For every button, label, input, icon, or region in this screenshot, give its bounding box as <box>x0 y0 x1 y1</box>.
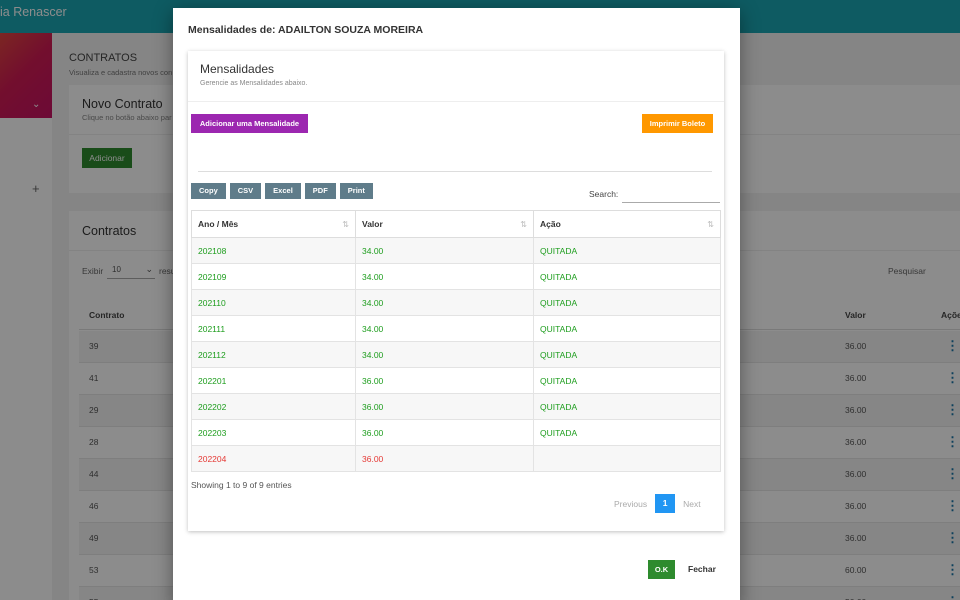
ano-mes-cell: 202111 <box>191 315 356 342</box>
sort-icon: ⇅ <box>707 220 714 229</box>
page-1-button[interactable]: 1 <box>655 494 676 513</box>
mensalidades-modal: Mensalidades de: ADAILTON SOUZA MOREIRA … <box>173 8 740 600</box>
valor-cell: 34.00 <box>355 315 534 342</box>
panel-title: Mensalidades <box>200 62 275 76</box>
divider <box>198 171 712 172</box>
ano-mes-cell: 202109 <box>191 263 356 290</box>
divider <box>188 101 724 102</box>
column-valor[interactable]: Valor ⇅ <box>355 210 534 238</box>
ano-mes-cell: 202110 <box>191 289 356 316</box>
acao-cell: QUITADA <box>533 263 721 290</box>
mensalidades-table: Ano / Mês ⇅ Valor ⇅ Ação ⇅ 202108 34.00 QUITA… <box>191 210 721 472</box>
table-row[interactable]: 202112 34.00 QUITADA <box>191 341 721 368</box>
acao-cell: QUITADA <box>533 419 721 446</box>
acao-cell: QUITADA <box>533 315 721 342</box>
acao-cell: QUITADA <box>533 393 721 420</box>
table-row[interactable]: 202203 36.00 QUITADA <box>191 419 721 446</box>
table-row[interactable]: 202201 36.00 QUITADA <box>191 367 721 394</box>
table-info: Showing 1 to 9 of 9 entries <box>191 480 292 490</box>
valor-cell: 36.00 <box>355 445 534 472</box>
valor-cell: 34.00 <box>355 237 534 264</box>
valor-cell: 36.00 <box>355 367 534 394</box>
valor-cell: 36.00 <box>355 419 534 446</box>
ano-mes-cell: 202204 <box>191 445 356 472</box>
print-button[interactable]: Print <box>339 183 373 199</box>
search-input[interactable] <box>622 186 720 203</box>
table-row[interactable]: 202108 34.00 QUITADA <box>191 237 721 264</box>
copy-button[interactable]: Copy <box>191 183 226 199</box>
table-row[interactable]: 202204 36.00 <box>191 445 721 472</box>
acao-cell: QUITADA <box>533 289 721 316</box>
next-page-button[interactable]: Next <box>683 499 700 509</box>
mensalidades-panel: Mensalidades Gerencie as Mensalidades ab… <box>188 51 724 531</box>
valor-cell: 34.00 <box>355 341 534 368</box>
table-row[interactable]: 202202 36.00 QUITADA <box>191 393 721 420</box>
column-acao[interactable]: Ação ⇅ <box>533 210 721 238</box>
ano-mes-cell: 202108 <box>191 237 356 264</box>
sort-icon: ⇅ <box>520 220 527 229</box>
print-boleto-button[interactable]: Imprimir Boleto <box>642 114 713 133</box>
table-row[interactable]: 202109 34.00 QUITADA <box>191 263 721 290</box>
sort-asc-icon: ⇅ <box>342 220 349 229</box>
table-row[interactable]: 202111 34.00 QUITADA <box>191 315 721 342</box>
csv-button[interactable]: CSV <box>229 183 262 199</box>
pagination: Previous 1 Next <box>614 494 701 513</box>
ano-mes-cell: 202202 <box>191 393 356 420</box>
panel-subtitle: Gerencie as Mensalidades abaixo. <box>200 80 308 87</box>
acao-cell: QUITADA <box>533 237 721 264</box>
ano-mes-cell: 202203 <box>191 419 356 446</box>
valor-cell: 34.00 <box>355 263 534 290</box>
ano-mes-cell: 202201 <box>191 367 356 394</box>
excel-button[interactable]: Excel <box>265 183 301 199</box>
acao-cell <box>533 445 721 472</box>
add-mensalidade-button[interactable]: Adicionar uma Mensalidade <box>191 114 308 133</box>
modal-title: Mensalidades de: ADAILTON SOUZA MOREIRA <box>188 24 424 36</box>
previous-page-button[interactable]: Previous <box>614 499 647 509</box>
acao-cell: QUITADA <box>533 341 721 368</box>
search-label: Search: <box>589 189 619 199</box>
valor-cell: 36.00 <box>355 393 534 420</box>
column-ano-mes[interactable]: Ano / Mês ⇅ <box>191 210 356 238</box>
ano-mes-cell: 202112 <box>191 341 356 368</box>
fechar-button[interactable]: Fechar <box>688 564 716 574</box>
ok-button[interactable]: O.K <box>648 560 675 579</box>
valor-cell: 34.00 <box>355 289 534 316</box>
pdf-button[interactable]: PDF <box>304 183 336 199</box>
acao-cell: QUITADA <box>533 367 721 394</box>
table-row[interactable]: 202110 34.00 QUITADA <box>191 289 721 316</box>
export-buttons: Copy CSV Excel PDF Print <box>191 183 373 199</box>
